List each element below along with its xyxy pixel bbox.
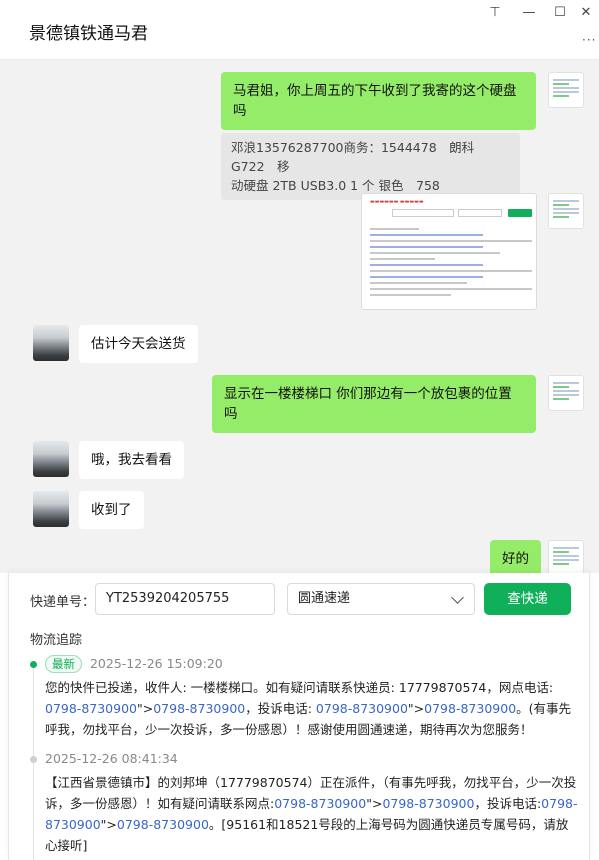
timeline-event: 最新 2025-12-26 15:09:20 您的快件已投递，收件人: 一楼楼梯…: [29, 653, 579, 740]
phone-link[interactable]: 0798-8730900: [45, 701, 137, 716]
message-bubble-other[interactable]: 收到了: [79, 491, 144, 529]
latest-badge: 最新: [45, 655, 82, 673]
quote-line: 邓浪13576287700商务：1544478 朗科 G722 移: [231, 140, 487, 174]
maximize-icon[interactable]: ☐: [549, 3, 571, 21]
event-text: ">: [407, 701, 425, 716]
event-time: 2025-12-26 15:09:20: [89, 656, 223, 671]
message-line: 显示在一楼楼梯口 你们那边有一个放包裹的位置: [224, 386, 512, 402]
event-text: ，投诉电话:: [245, 701, 316, 716]
timeline-dot-active: [30, 661, 37, 668]
tracking-number-label: 快递单号：: [30, 595, 96, 610]
screenshot-thumbnail[interactable]: ▬▬▬▬▬▬ ▬▬▬▬▬: [361, 193, 537, 310]
chevron-down-icon: [451, 591, 464, 604]
message-bubble-me[interactable]: 显示在一楼楼梯口 你们那边有一个放包裹的位置 吗: [212, 375, 536, 433]
message-bubble-me[interactable]: 马君姐，你上周五的下午收到了我寄的这个硬盘 吗: [221, 72, 536, 130]
minimize-icon[interactable]: —: [518, 3, 540, 21]
phone-link[interactable]: 0798-8730900: [316, 701, 408, 716]
carrier-select[interactable]: 圆通速递: [287, 583, 475, 615]
event-text: ，投诉电话:: [474, 796, 542, 811]
title-bar: 景德镇铁通马君 ⊤ — ☐ ✕ ···: [0, 0, 599, 60]
tracking-number-input[interactable]: YT2539204205755: [95, 583, 275, 615]
phone-link[interactable]: 0798-8730900: [424, 701, 516, 716]
contact-avatar[interactable]: [33, 491, 69, 527]
event-text: ">: [100, 817, 117, 832]
message-line: 马君姐，你上周五的下午收到了我寄的这个硬盘: [233, 83, 517, 99]
message-bubble-other[interactable]: 估计今天会送货: [79, 325, 198, 363]
phone-link[interactable]: 0798-8730900: [382, 796, 474, 811]
window-title: 景德镇铁通马君: [29, 24, 148, 44]
event-description: 您的快件已投递，收件人: 一楼楼梯口。如有疑问请联系快递员: 177798705…: [45, 677, 579, 740]
tracking-panel: 快递单号： YT2539204205755 圆通速递 查快递 物流追踪 最新 2…: [8, 573, 590, 860]
contact-avatar[interactable]: [33, 441, 69, 477]
phone-link[interactable]: 0798-8730900: [153, 701, 245, 716]
event-text: ">: [366, 796, 383, 811]
more-icon[interactable]: ···: [582, 33, 596, 47]
tracking-timeline: 最新 2025-12-26 15:09:20 您的快件已投递，收件人: 一楼楼梯…: [29, 653, 579, 860]
message-bubble-me[interactable]: 好的: [490, 540, 541, 573]
pin-icon[interactable]: ⊤: [484, 3, 506, 21]
my-avatar[interactable]: [548, 540, 584, 573]
timeline-event: 2025-12-26 08:41:34 【江西省景德镇市】的刘邦坤（177798…: [29, 748, 579, 856]
tracking-section-title: 物流追踪: [30, 633, 83, 648]
message-line: 吗: [233, 103, 247, 119]
contact-avatar[interactable]: [33, 325, 69, 361]
phone-link[interactable]: 0798-8730900: [117, 817, 209, 832]
chat-history[interactable]: 马君姐，你上周五的下午收到了我寄的这个硬盘 吗 邓浪13576287700商务：…: [0, 60, 599, 573]
event-text: 您的快件已投递，收件人: 一楼楼梯口。如有疑问请联系快递员: 177798705…: [45, 680, 554, 695]
message-bubble-other[interactable]: 哦，我去看看: [79, 441, 184, 479]
carrier-select-value: 圆通速递: [298, 591, 351, 606]
my-avatar[interactable]: [548, 193, 584, 229]
message-line: 吗: [224, 406, 238, 422]
my-avatar[interactable]: [548, 375, 584, 411]
event-time: 2025-12-26 08:41:34: [45, 751, 178, 766]
quoted-message[interactable]: 邓浪13576287700商务：1544478 朗科 G722 移 动硬盘 2T…: [221, 133, 520, 200]
close-icon[interactable]: ✕: [575, 3, 597, 21]
event-text: ">: [137, 701, 154, 716]
query-tracking-button[interactable]: 查快递: [484, 583, 571, 615]
timeline-dot: [30, 756, 37, 763]
phone-link[interactable]: 0798-8730900: [274, 796, 366, 811]
event-description: 【江西省景德镇市】的刘邦坤（17779870574）正在派件，（有事先呼我，勿找…: [45, 772, 579, 856]
my-avatar[interactable]: [548, 72, 584, 108]
